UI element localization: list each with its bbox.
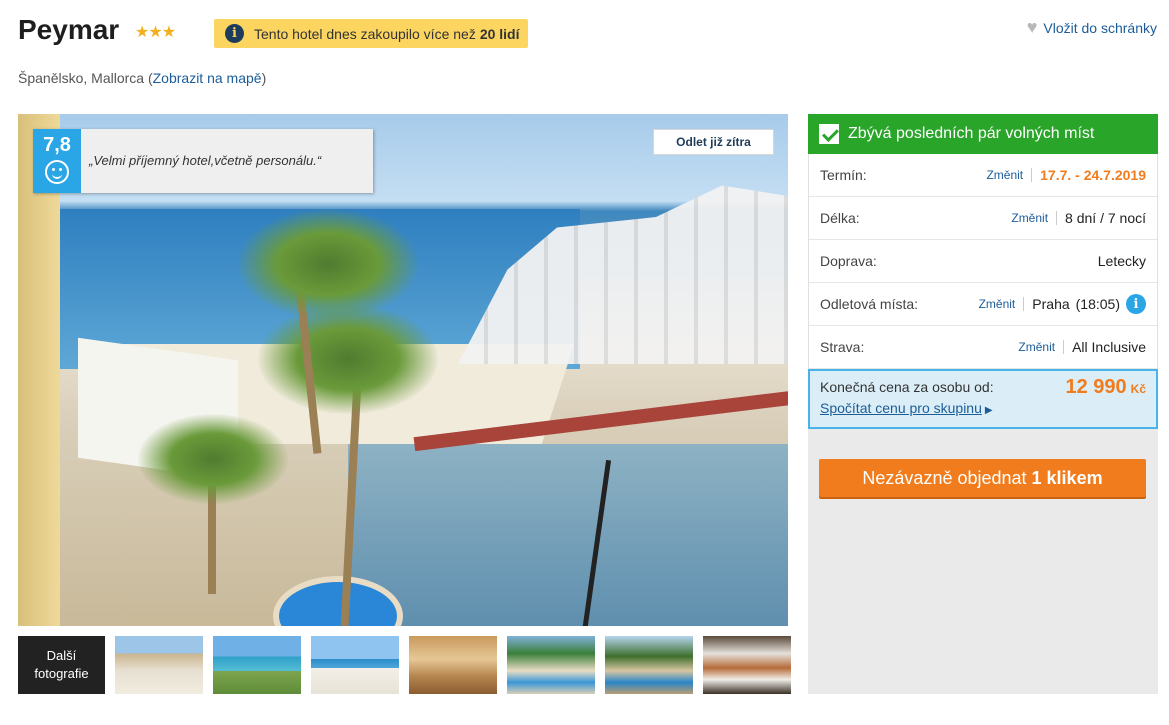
- departure-value: Praha: [1032, 296, 1070, 312]
- order-button-label: Nezávazně objednat: [862, 467, 1027, 488]
- photo-thumbnail[interactable]: [605, 636, 693, 694]
- change-departure-link[interactable]: Změnit: [979, 297, 1025, 311]
- availability-banner: Zbývá posledních pár volných míst: [808, 114, 1158, 154]
- photo-palm-frond: [238, 209, 418, 319]
- row-length: Délka: Změnit 8 dní / 7 nocí: [809, 197, 1157, 240]
- price-amount: 12 990: [1065, 376, 1127, 398]
- length-label: Délka:: [820, 210, 860, 226]
- booking-details: Termín: Změnit 17.7. - 24.7.2019 Délka: …: [808, 154, 1158, 369]
- heart-icon: ♥: [1026, 17, 1038, 37]
- photo-thumbnail[interactable]: [213, 636, 301, 694]
- wishlist-label: Vložit do schránky: [1043, 19, 1157, 36]
- transport-value: Letecky: [1097, 253, 1146, 269]
- change-term-link[interactable]: Změnit: [986, 168, 1033, 182]
- price-value: 12 990 Kč: [1065, 376, 1146, 399]
- departure-label: Odletová místa:: [820, 296, 919, 312]
- photo-lagoon: [348, 444, 788, 626]
- price-box: Konečná cena za osobu od: Spočítat cenu …: [808, 369, 1158, 429]
- transport-label: Doprava:: [820, 253, 877, 269]
- term-value: 17.7. - 24.7.2019: [1040, 167, 1146, 183]
- length-value: 8 dní / 7 nocí: [1065, 210, 1146, 226]
- hotel-location: Španělsko, Mallorca (Zobrazit na mapě): [18, 70, 266, 86]
- order-button-bold: 1 klikem: [1031, 467, 1103, 488]
- sold-count: 20 lidí: [479, 25, 520, 42]
- group-price-link[interactable]: Spočítat cenu pro skupinu: [820, 400, 982, 416]
- location-close: ): [261, 70, 267, 86]
- smiley-icon: [45, 160, 69, 184]
- sold-text: Tento hotel dnes zakoupilo více než: [254, 25, 476, 42]
- rating-quote: „Velmi příjemný hotel,včetně personálu.“: [89, 153, 322, 168]
- rating-score: 7,8: [33, 129, 81, 193]
- more-photos-label: fotografie: [34, 666, 89, 681]
- photo-thumbnail[interactable]: [311, 636, 399, 694]
- price-currency: Kč: [1130, 382, 1146, 396]
- row-transport: Doprava: Letecky: [809, 240, 1157, 283]
- departure-time: (18:05): [1075, 296, 1120, 312]
- departure-tag: Odlet již zítra: [653, 129, 774, 155]
- term-label: Termín:: [820, 167, 867, 183]
- change-length-link[interactable]: Změnit: [1011, 211, 1058, 225]
- star-rating: ★★★: [135, 24, 176, 41]
- photo-thumbnail[interactable]: [703, 636, 791, 694]
- photo-thumbnails: Další fotografie: [18, 636, 791, 694]
- info-icon: i: [225, 24, 244, 43]
- show-on-map-link[interactable]: Zobrazit na mapě: [153, 70, 262, 86]
- row-board: Strava: Změnit All Inclusive: [809, 326, 1157, 369]
- caret-right-icon: ▶: [984, 405, 993, 416]
- more-photos-label: Další: [46, 648, 77, 663]
- photo-thumbnail[interactable]: [409, 636, 497, 694]
- board-value: All Inclusive: [1072, 339, 1146, 355]
- availability-text: Zbývá posledních pár volných míst: [848, 125, 1095, 142]
- sold-today-badge: i Tento hotel dnes zakoupilo více než 20…: [214, 19, 528, 48]
- add-to-wishlist-button[interactable]: ♥ Vložit do schránky: [1027, 17, 1157, 38]
- row-departure: Odletová místa: Změnit Praha (18:05) i: [809, 283, 1157, 326]
- board-label: Strava:: [820, 339, 865, 355]
- guest-rating-box[interactable]: 7,8 „Velmi příjemný hotel,včetně personá…: [33, 129, 373, 193]
- checkbox-icon: [819, 124, 839, 144]
- row-term: Termín: Změnit 17.7. - 24.7.2019: [809, 154, 1157, 197]
- photo-palm-frond: [258, 304, 438, 414]
- order-button[interactable]: Nezávazně objednat 1 klikem: [819, 459, 1146, 497]
- booking-panel: Zbývá posledních pár volných míst Termín…: [808, 114, 1158, 694]
- photo-thumbnail[interactable]: [115, 636, 203, 694]
- rating-number: 7,8: [43, 134, 71, 156]
- info-icon[interactable]: i: [1126, 294, 1146, 314]
- hotel-name: Peymar: [18, 14, 120, 45]
- change-board-link[interactable]: Změnit: [1018, 340, 1065, 354]
- photo-thumbnail[interactable]: [507, 636, 595, 694]
- location-text: Španělsko, Mallorca (: [18, 70, 153, 86]
- photo-palm-frond: [138, 414, 288, 504]
- more-photos-button[interactable]: Další fotografie: [18, 636, 105, 694]
